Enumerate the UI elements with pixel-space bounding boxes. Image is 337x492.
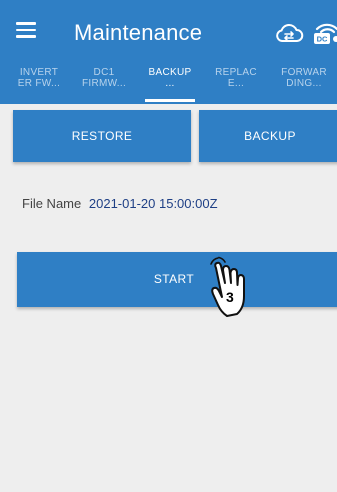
tab-label-line2: ... <box>165 78 175 89</box>
hamburger-menu-icon[interactable] <box>16 22 36 38</box>
tab-label-line2: DING... <box>286 78 322 89</box>
tab-label-line1: BACKUP <box>148 67 192 78</box>
backup-button[interactable]: BACKUP <box>199 110 337 162</box>
tab-label-line1: FORWAR <box>281 67 327 78</box>
tab-label-line2: ER FW... <box>17 78 61 89</box>
dc-wifi-icon[interactable]: DC <box>311 17 337 47</box>
tab-label-line1: DC1 <box>93 67 115 78</box>
start-button-label: START <box>153 272 195 286</box>
tab-label-line1: REPLAC <box>215 67 257 78</box>
tab-label-line1: INVERT <box>19 67 59 78</box>
tab-replace[interactable]: REPLAC E... <box>203 67 269 89</box>
backup-button-label: BACKUP <box>244 129 296 143</box>
tab-backup[interactable]: BACKUP ... <box>137 67 203 89</box>
tab-forwarding[interactable]: FORWAR DING... <box>271 67 337 89</box>
tab-bar: INVERT ER FW... DC1 FIRMW... BACKUP ... … <box>0 61 337 104</box>
page-title: Maintenance <box>74 20 203 45</box>
file-name-row: File Name 2021-01-20 15:00:00Z <box>22 196 218 211</box>
file-name-label: File Name <box>22 196 82 211</box>
tab-dc1-firmware[interactable]: DC1 FIRMW... <box>71 67 137 89</box>
tab-inverter-firmware[interactable]: INVERT ER FW... <box>6 67 72 89</box>
restore-button-label: RESTORE <box>71 129 133 143</box>
file-name-value: 2021-01-20 15:00:00Z <box>88 196 218 211</box>
active-tab-indicator <box>145 99 195 102</box>
tab-label-line2: E... <box>227 78 245 89</box>
restore-button[interactable]: RESTORE <box>13 110 191 162</box>
app-bar: Maintenance DC <box>0 0 337 61</box>
step-number: 3 <box>226 289 234 305</box>
maintenance-screen: Maintenance DC INVERT ER FW... DC1 FIRMW… <box>0 0 337 492</box>
tab-label-line2: FIRMW... <box>81 78 127 89</box>
dc-icon-label: DC <box>317 35 328 44</box>
cloud-sync-icon[interactable] <box>274 22 304 44</box>
start-button[interactable]: START <box>17 252 337 307</box>
